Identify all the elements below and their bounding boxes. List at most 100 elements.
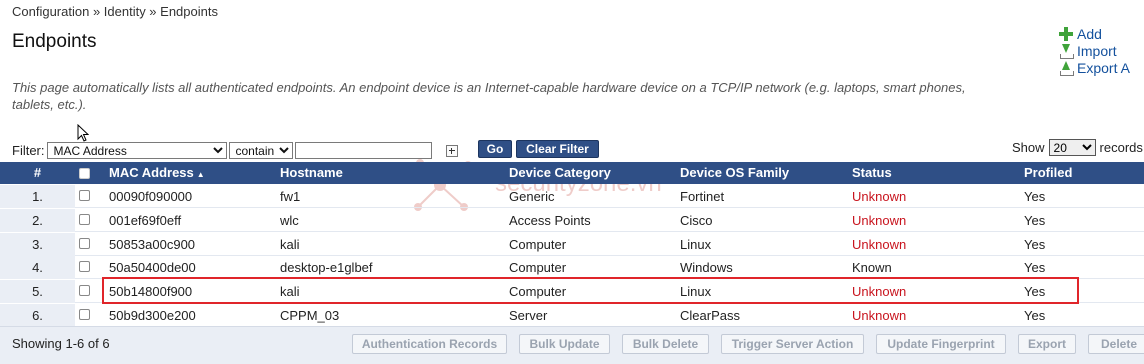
filter-field-select[interactable]: MAC Address	[46, 142, 227, 159]
export-icon	[1058, 60, 1074, 76]
cell-status[interactable]: Unknown	[852, 233, 906, 256]
records-label: records	[1099, 140, 1143, 155]
table-header: # MAC Address ▲ Hostname Device Category …	[0, 162, 1144, 184]
add-label[interactable]: Add	[1077, 26, 1102, 42]
export-label[interactable]: Export A	[1077, 60, 1130, 76]
cell-hostname[interactable]: kali	[280, 280, 300, 303]
cell-hostname[interactable]: CPPM_03	[280, 304, 339, 327]
cell-profiled[interactable]: Yes	[1024, 233, 1045, 256]
export-link[interactable]: Export A	[1058, 59, 1144, 76]
row-checkbox[interactable]	[79, 190, 90, 201]
select-all-checkbox[interactable]	[79, 168, 90, 179]
cell-mac-address[interactable]: 50853a00c900	[109, 233, 195, 256]
cell-profiled[interactable]: Yes	[1024, 280, 1045, 303]
bulk-update-button[interactable]: Bulk Update	[519, 334, 610, 354]
cell-hostname[interactable]: kali	[280, 233, 300, 256]
cell-hostname[interactable]: fw1	[280, 185, 300, 208]
cell-device-category[interactable]: Computer	[509, 280, 566, 303]
cell-hostname[interactable]: wlc	[280, 209, 299, 232]
header-device-os-family[interactable]: Device OS Family	[680, 162, 789, 185]
import-icon	[1058, 43, 1074, 59]
cell-mac-address[interactable]: 00090f090000	[109, 185, 192, 208]
table-row[interactable]: 4. 50a50400de00 desktop-e1glbef Computer…	[0, 256, 1144, 279]
row-number: 2.	[0, 209, 75, 232]
cell-profiled[interactable]: Yes	[1024, 185, 1045, 208]
header-hostname[interactable]: Hostname	[280, 162, 343, 185]
cell-mac-address[interactable]: 50b9d300e200	[109, 304, 196, 327]
cell-device-category[interactable]: Generic	[509, 185, 555, 208]
cell-device-os-family[interactable]: Windows	[680, 256, 733, 279]
page-description: This page automatically lists all authen…	[12, 80, 966, 112]
cell-device-os-family[interactable]: Cisco	[680, 209, 713, 232]
clear-filter-button[interactable]: Clear Filter	[516, 140, 599, 158]
table-row[interactable]: 2. 001ef69f0eff wlc Access Points Cisco …	[0, 209, 1144, 232]
table-row[interactable]: 1. 00090f090000 fw1 Generic Fortinet Unk…	[0, 185, 1144, 208]
page-size-select[interactable]: 20	[1048, 139, 1096, 156]
cell-profiled[interactable]: Yes	[1024, 256, 1045, 279]
mouse-cursor-icon	[77, 124, 89, 142]
add-link[interactable]: Add	[1058, 25, 1144, 42]
cell-status[interactable]: Unknown	[852, 280, 906, 303]
row-checkbox[interactable]	[79, 238, 90, 249]
cell-device-category[interactable]: Computer	[509, 233, 566, 256]
row-number: 4.	[0, 256, 75, 279]
cell-status[interactable]: Unknown	[852, 304, 906, 327]
table-row[interactable]: 6. 50b9d300e200 CPPM_03 Server ClearPass…	[0, 304, 1144, 327]
update-fingerprint-button[interactable]: Update Fingerprint	[876, 334, 1006, 354]
header-num: #	[33, 165, 42, 180]
filter-operator-select[interactable]: contains	[228, 142, 293, 159]
cell-mac-address[interactable]: 50b14800f900	[109, 280, 192, 303]
row-number: 6.	[0, 304, 75, 327]
breadcrumb[interactable]: Configuration » Identity » Endpoints	[12, 4, 218, 19]
sort-ascending-icon: ▲	[196, 170, 205, 179]
cell-profiled[interactable]: Yes	[1024, 304, 1045, 327]
filter-label: Filter:	[12, 143, 45, 158]
row-checkbox[interactable]	[79, 309, 90, 320]
cell-status[interactable]: Known	[852, 256, 892, 279]
trigger-server-action-button[interactable]: Trigger Server Action	[721, 334, 864, 354]
page-title: Endpoints	[12, 31, 97, 52]
row-number: 5.	[0, 280, 75, 303]
row-number: 3.	[0, 233, 75, 256]
header-mac-address[interactable]: MAC Address ▲	[109, 162, 205, 185]
page-actions: Add Import Export A	[1058, 25, 1144, 76]
pagination-summary: Showing 1-6 of 6	[12, 336, 110, 351]
table-footer: Showing 1-6 of 6 Authentication Records …	[0, 326, 1144, 364]
delete-button[interactable]: Delete	[1088, 334, 1144, 354]
header-device-category[interactable]: Device Category	[509, 162, 611, 185]
import-label[interactable]: Import	[1077, 43, 1117, 59]
cell-device-os-family[interactable]: Linux	[680, 280, 711, 303]
cell-status[interactable]: Unknown	[852, 185, 906, 208]
show-label: Show	[1012, 140, 1045, 155]
cell-mac-address[interactable]: 50a50400de00	[109, 256, 196, 279]
row-checkbox[interactable]	[79, 285, 90, 296]
cell-hostname[interactable]: desktop-e1glbef	[280, 256, 373, 279]
add-filter-icon[interactable]	[445, 144, 458, 157]
cell-device-os-family[interactable]: ClearPass	[680, 304, 740, 327]
row-number: 1.	[0, 185, 75, 208]
authentication-records-button[interactable]: Authentication Records	[352, 334, 507, 354]
filter-bar: Filter: MAC Address contains	[12, 141, 458, 160]
cell-device-os-family[interactable]: Fortinet	[680, 185, 724, 208]
add-icon	[1058, 26, 1074, 42]
row-checkbox[interactable]	[79, 261, 90, 272]
export-button[interactable]: Export	[1018, 334, 1076, 354]
table-row[interactable]: 5. 50b14800f900 kali Computer Linux Unkn…	[0, 280, 1144, 303]
cell-profiled[interactable]: Yes	[1024, 209, 1045, 232]
cell-mac-address[interactable]: 001ef69f0eff	[109, 209, 181, 232]
row-checkbox[interactable]	[79, 214, 90, 225]
table-row[interactable]: 3. 50853a00c900 kali Computer Linux Unkn…	[0, 233, 1144, 256]
header-mac-label[interactable]: MAC Address	[109, 165, 194, 180]
header-status[interactable]: Status	[852, 162, 892, 185]
filter-value-input[interactable]	[294, 142, 432, 159]
cell-device-category[interactable]: Computer	[509, 256, 566, 279]
bulk-delete-button[interactable]: Bulk Delete	[622, 334, 709, 354]
header-profiled[interactable]: Profiled	[1024, 162, 1072, 185]
cell-device-category[interactable]: Server	[509, 304, 547, 327]
page-size-control: Show 20 records	[1012, 139, 1143, 156]
cell-status[interactable]: Unknown	[852, 209, 906, 232]
cell-device-os-family[interactable]: Linux	[680, 233, 711, 256]
cell-device-category[interactable]: Access Points	[509, 209, 591, 232]
import-link[interactable]: Import	[1058, 42, 1144, 59]
go-button[interactable]: Go	[478, 140, 512, 158]
